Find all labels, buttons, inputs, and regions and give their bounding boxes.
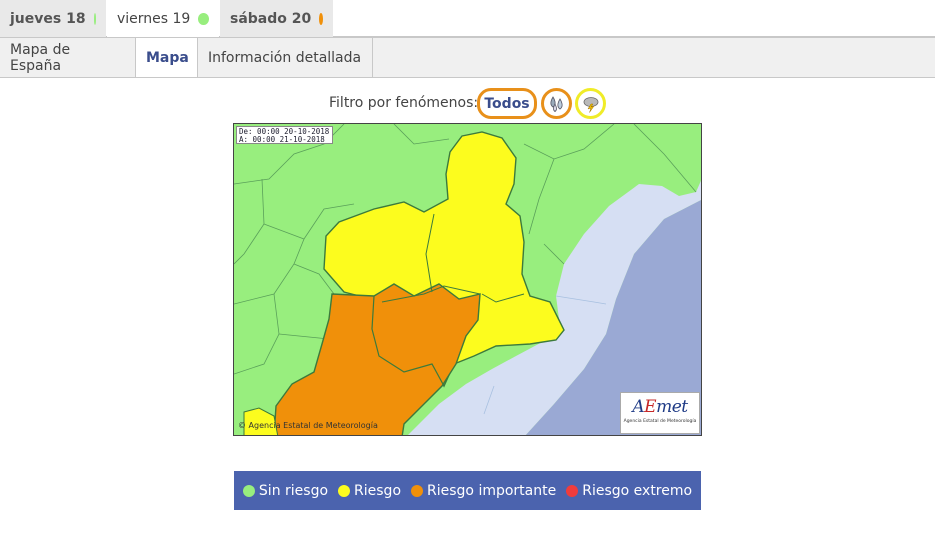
logo-e: E [644, 397, 657, 417]
storm-icon [583, 96, 598, 113]
day-tabs: jueves 18 viernes 19 sábado 20 [0, 0, 935, 38]
legend-dot [242, 484, 255, 497]
region-map [234, 124, 701, 435]
risk-legend: Sin riesgo Riesgo Riesgo importante Ries… [234, 471, 701, 510]
logo-rest: met [656, 397, 688, 417]
status-dot [319, 12, 323, 25]
legend-label: Sin riesgo [258, 482, 329, 499]
tab-viernes-19[interactable]: viernes 19 [107, 0, 219, 37]
map-credit: © Agencia Estatal de Meteorología [238, 421, 378, 430]
view-tabs: Mapa de España Mapa Información detallad… [0, 38, 935, 78]
legend-label: Riesgo importante [427, 482, 557, 499]
tab-label: viernes 19 [117, 10, 191, 27]
warnings-map[interactable]: De: 00:00 20-10-2018 A: 00:00 21-10-2018… [233, 123, 702, 436]
credit-text: Agencia Estatal de Meteorología [248, 421, 378, 430]
tab-mapa[interactable]: Mapa [136, 38, 198, 77]
filter-label: Filtro por fenómenos: [329, 95, 479, 111]
date-to: A: 00:00 21-10-2018 [239, 135, 325, 144]
logo-wordmark: AEmet [621, 397, 699, 417]
legend-dot [338, 484, 351, 497]
legend-item-sin-riesgo: Sin riesgo [242, 482, 329, 499]
legend-label: Riesgo [354, 482, 402, 499]
status-dot [93, 12, 96, 25]
logo-subtitle: Agencia Estatal de Meteorología [623, 419, 697, 424]
phenomena-filter: Filtro por fenómenos: Todos [0, 88, 935, 120]
validity-box: De: 00:00 20-10-2018 A: 00:00 21-10-2018 [236, 126, 333, 144]
tab-informacion-detallada[interactable]: Información detallada [198, 38, 373, 77]
legend-item-riesgo: Riesgo [338, 483, 401, 499]
legend-item-riesgo-extremo: Riesgo extremo [566, 483, 692, 499]
aemet-logo: AEmet Agencia Estatal de Meteorología [620, 392, 700, 434]
tab-sabado-20[interactable]: sábado 20 [220, 0, 333, 37]
legend-dot [566, 484, 579, 497]
filter-all-button[interactable]: Todos [477, 88, 537, 119]
filter-rain-button[interactable] [541, 88, 572, 119]
tab-label: jueves 18 [10, 10, 86, 27]
rain-icon [549, 95, 563, 112]
tab-label: sábado 20 [230, 10, 312, 27]
tab-mapa-espana[interactable]: Mapa de España [0, 38, 136, 77]
tab-jueves-18[interactable]: jueves 18 [0, 0, 106, 37]
logo-a: A [632, 397, 645, 417]
status-dot [198, 12, 209, 25]
legend-item-riesgo-importante: Riesgo importante [411, 483, 556, 499]
legend-dot [411, 484, 424, 497]
legend-label: Riesgo extremo [582, 482, 693, 499]
filter-storm-button[interactable] [575, 88, 606, 119]
